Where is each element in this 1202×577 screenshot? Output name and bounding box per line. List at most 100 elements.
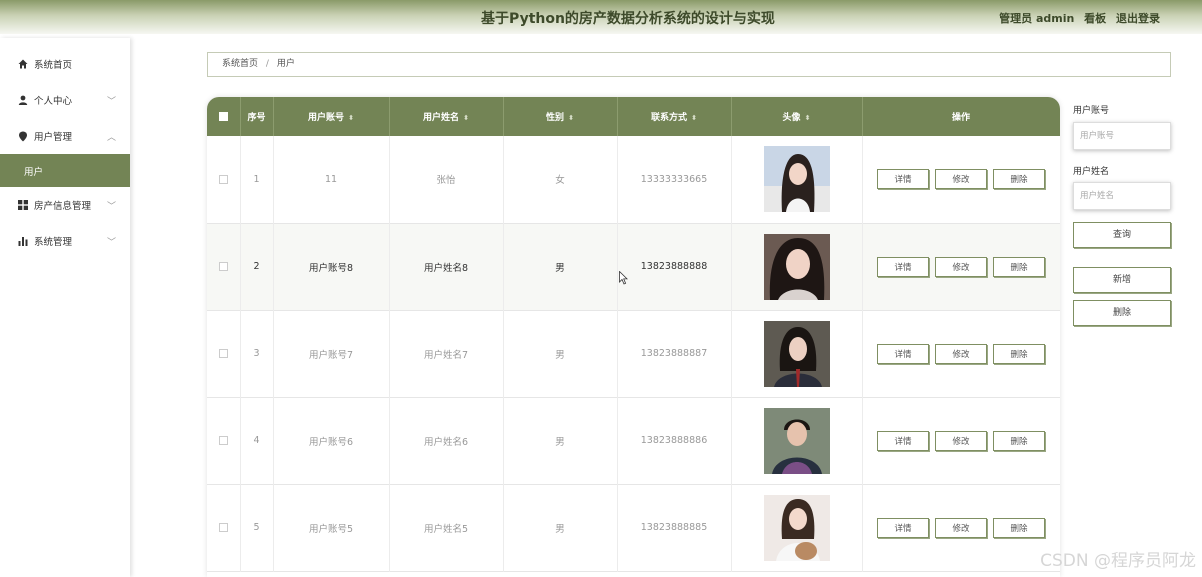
row-checkbox[interactable]: [218, 262, 228, 271]
user-table: 序号 用户账号 ⬍ 用户姓名 ⬍ 性别 ⬍ 联系方式 ⬍ 头像 ⬍ 操作 1 11 张怡 …: [207, 97, 1060, 572]
batch-delete-button[interactable]: 删除: [1073, 300, 1171, 326]
logout-link[interactable]: 退出登录: [1116, 12, 1160, 25]
cell-index: 1: [240, 136, 274, 223]
home-icon: [17, 58, 29, 70]
cell-phone: 13823888886: [617, 397, 732, 484]
cell-name: 用户姓名5: [389, 484, 504, 571]
select-all-cell[interactable]: [207, 97, 241, 136]
edit-button[interactable]: 修改: [935, 343, 987, 364]
delete-button[interactable]: 删除: [993, 169, 1045, 190]
avatar: [763, 146, 830, 213]
column-header-gender[interactable]: 性别 ⬍: [503, 97, 618, 136]
header-right-links: 管理员 admin 看板 退出登录: [993, 10, 1160, 26]
cell-phone: 13333333665: [617, 136, 732, 223]
detail-button[interactable]: 详情: [877, 517, 929, 538]
cell-index: 3: [240, 310, 274, 397]
person-icon: [17, 94, 29, 106]
sidebar-item-personal-center[interactable]: 个人中心 ﹀: [0, 82, 130, 118]
breadcrumb: 系统首页 / 用户: [207, 52, 1171, 77]
edit-button[interactable]: 修改: [935, 517, 987, 538]
detail-button[interactable]: 详情: [877, 169, 929, 190]
column-header-avatar[interactable]: 头像 ⬍: [731, 97, 863, 136]
location-pin-icon: [17, 130, 29, 142]
sort-icon[interactable]: ⬍: [348, 114, 354, 122]
sort-icon[interactable]: ⬍: [805, 114, 811, 122]
dashboard-link[interactable]: 看板: [1084, 12, 1106, 25]
sidebar-item-home[interactable]: 系统首页: [0, 46, 130, 82]
cell-account: 用户账号6: [273, 397, 390, 484]
cell-phone: 13823888887: [617, 310, 732, 397]
name-search-input[interactable]: 用户姓名: [1073, 182, 1171, 210]
breadcrumb-home[interactable]: 系统首页: [222, 59, 258, 69]
cell-account: 用户账号8: [273, 223, 390, 310]
table-row: 3 用户账号7 用户姓名7 男 13823888887 详情 修改 删除: [207, 310, 1060, 397]
row-checkbox[interactable]: [218, 436, 228, 445]
row-checkbox[interactable]: [218, 349, 228, 358]
delete-button[interactable]: 删除: [993, 517, 1045, 538]
column-header-name[interactable]: 用户姓名 ⬍: [389, 97, 504, 136]
detail-button[interactable]: 详情: [877, 343, 929, 364]
chevron-down-icon: ﹀: [106, 238, 116, 248]
select-all-checkbox[interactable]: [218, 111, 228, 121]
account-search-label: 用户账号: [1073, 106, 1110, 116]
edit-button[interactable]: 修改: [935, 430, 987, 451]
detail-button[interactable]: 详情: [877, 430, 929, 451]
column-header-actions: 操作: [862, 97, 1060, 136]
cell-gender: 男: [503, 223, 618, 310]
column-header-account[interactable]: 用户账号 ⬍: [273, 97, 390, 136]
cell-gender: 男: [503, 310, 618, 397]
cell-gender: 女: [503, 136, 618, 223]
cell-gender: 男: [503, 397, 618, 484]
name-search-label: 用户姓名: [1073, 167, 1110, 177]
detail-button[interactable]: 详情: [877, 256, 929, 277]
sidebar-item-label: 个人中心: [34, 96, 73, 107]
add-button[interactable]: 新增: [1073, 267, 1171, 293]
watermark-text: CSDN @程序员阿龙: [1040, 551, 1196, 571]
table-row: 2 用户账号8 用户姓名8 男 13823888888 详情 修改 删除: [207, 223, 1060, 310]
cell-phone: 13823888888: [617, 223, 732, 310]
sidebar-item-label: 用户: [24, 166, 44, 178]
avatar: [763, 407, 830, 474]
delete-button[interactable]: 删除: [993, 430, 1045, 451]
delete-button[interactable]: 删除: [993, 256, 1045, 277]
account-search-input[interactable]: 用户账号: [1073, 122, 1171, 150]
breadcrumb-separator: /: [265, 59, 269, 69]
sidebar-item-label: 房产信息管理: [34, 201, 92, 212]
sidebar-item-users[interactable]: 用户: [0, 154, 130, 187]
row-checkbox[interactable]: [218, 174, 228, 184]
cell-phone: 13823888885: [617, 484, 732, 571]
cell-index: 5: [240, 484, 274, 571]
delete-button[interactable]: 删除: [993, 343, 1045, 364]
sidebar-item-label: 系统管理: [34, 237, 73, 248]
column-header-phone[interactable]: 联系方式 ⬍: [617, 97, 732, 136]
query-button[interactable]: 查询: [1073, 222, 1171, 248]
sidebar: 系统首页 个人中心 ﹀ 用户管理 ︿ 用户 房产信息管理 ﹀ 系统管理 ﹀: [0, 38, 130, 577]
grid-icon: [17, 199, 29, 211]
sidebar-item-property-management[interactable]: 房产信息管理 ﹀: [0, 187, 130, 223]
sidebar-item-system-management[interactable]: 系统管理 ﹀: [0, 223, 130, 259]
avatar: [763, 494, 830, 561]
chevron-up-icon: ︿: [106, 133, 116, 143]
breadcrumb-current: 用户: [276, 59, 295, 69]
sidebar-item-label: 系统首页: [34, 60, 73, 71]
chevron-down-icon: ﹀: [106, 97, 116, 107]
row-checkbox[interactable]: [218, 523, 228, 532]
sort-icon[interactable]: ⬍: [463, 114, 469, 122]
table-row: 5 用户账号5 用户姓名5 男 13823888885 详情 修改 删除: [207, 484, 1060, 571]
bar-chart-icon: [17, 235, 29, 247]
avatar: [763, 320, 830, 387]
table-row: 4 用户账号6 用户姓名6 男 13823888886 详情 修改 删除: [207, 397, 1060, 484]
cell-account: 用户账号5: [273, 484, 390, 571]
cell-name: 用户姓名7: [389, 310, 504, 397]
admin-label: 管理员 admin: [999, 12, 1075, 25]
cell-index: 4: [240, 397, 274, 484]
edit-button[interactable]: 修改: [935, 256, 987, 277]
sort-icon[interactable]: ⬍: [691, 114, 697, 122]
sidebar-item-user-management[interactable]: 用户管理 ︿: [0, 118, 130, 154]
table-header-row: 序号 用户账号 ⬍ 用户姓名 ⬍ 性别 ⬍ 联系方式 ⬍ 头像 ⬍ 操作: [207, 97, 1060, 136]
sort-icon[interactable]: ⬍: [568, 114, 574, 122]
user-table-container: 序号 用户账号 ⬍ 用户姓名 ⬍ 性别 ⬍ 联系方式 ⬍ 头像 ⬍ 操作 1 11 张怡 …: [207, 97, 1060, 577]
cell-account: 用户账号7: [273, 310, 390, 397]
cell-account: 11: [273, 136, 390, 223]
edit-button[interactable]: 修改: [935, 169, 987, 190]
